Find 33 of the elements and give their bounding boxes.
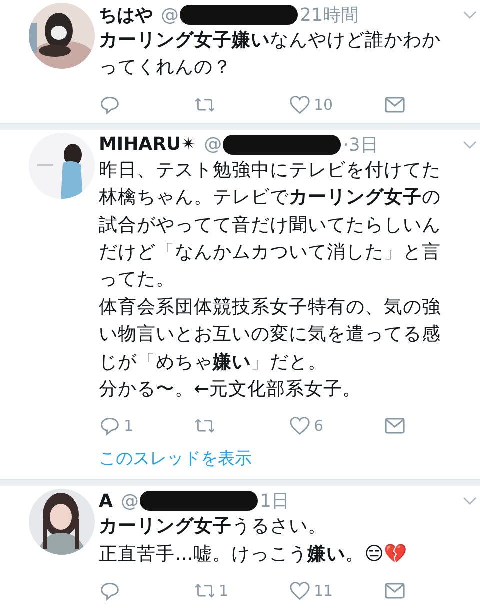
user-name[interactable]: ちはや bbox=[99, 3, 153, 27]
tweet-time[interactable]: 21時間 bbox=[300, 3, 359, 27]
user-handle[interactable]: @ bbox=[204, 134, 222, 156]
reply-button[interactable]: 1 bbox=[99, 416, 194, 436]
caret-icon[interactable] bbox=[463, 140, 477, 149]
user-handle[interactable]: @ bbox=[120, 490, 139, 512]
reply-icon bbox=[99, 581, 121, 602]
tweet-text: カーリング女子うるさい。 bbox=[99, 515, 328, 540]
retweet-button[interactable]: 1 bbox=[194, 581, 289, 602]
tweet-text: 体育会系団体競技系女子特有の、気の強い物言いとお互いの変に気を遣ってる感じが「めちゃ嫌い」だと。 bbox=[99, 296, 441, 375]
user-name[interactable]: A bbox=[99, 490, 113, 512]
caret-icon[interactable] bbox=[463, 11, 477, 19]
like-button[interactable]: 6 bbox=[289, 416, 384, 436]
heart-icon bbox=[289, 581, 311, 602]
tweet-time[interactable]: ·3日 bbox=[343, 132, 378, 157]
tweet-text: 昨日、テスト勉強中にテレビを付けてた林檎ちゃん。テレビでカーリング女子の試合がやってて音だけ聞いてたらしいんだけど「なんかムカついて消した」と言ってた。 bbox=[99, 158, 441, 292]
tweet-text: カーリング女子嫌いなんやけど誰かわかってくれんの？ bbox=[99, 29, 441, 80]
show-thread-link[interactable]: このスレッドを表示 bbox=[99, 447, 479, 470]
heart-icon bbox=[289, 416, 311, 436]
envelope-icon bbox=[384, 416, 406, 436]
reply-icon bbox=[99, 416, 121, 436]
like-button[interactable]: 11 bbox=[289, 581, 384, 602]
tweet-text: 分かる〜。←元文化部系女子。 bbox=[99, 378, 363, 402]
envelope-icon bbox=[384, 581, 406, 602]
envelope-icon bbox=[384, 94, 406, 115]
heart-icon bbox=[289, 94, 311, 115]
caret-icon[interactable] bbox=[463, 497, 477, 506]
tweet-time[interactable]: 1日 bbox=[260, 489, 290, 514]
reply-icon bbox=[99, 94, 121, 115]
user-name[interactable]: MIHARU✴ bbox=[99, 134, 196, 156]
like-button[interactable]: 10 bbox=[289, 94, 384, 115]
tweet-text: 正直苦手…嘘。けっこう嫌い。😑💔 bbox=[99, 542, 408, 567]
user-handle[interactable]: @ bbox=[161, 4, 179, 26]
